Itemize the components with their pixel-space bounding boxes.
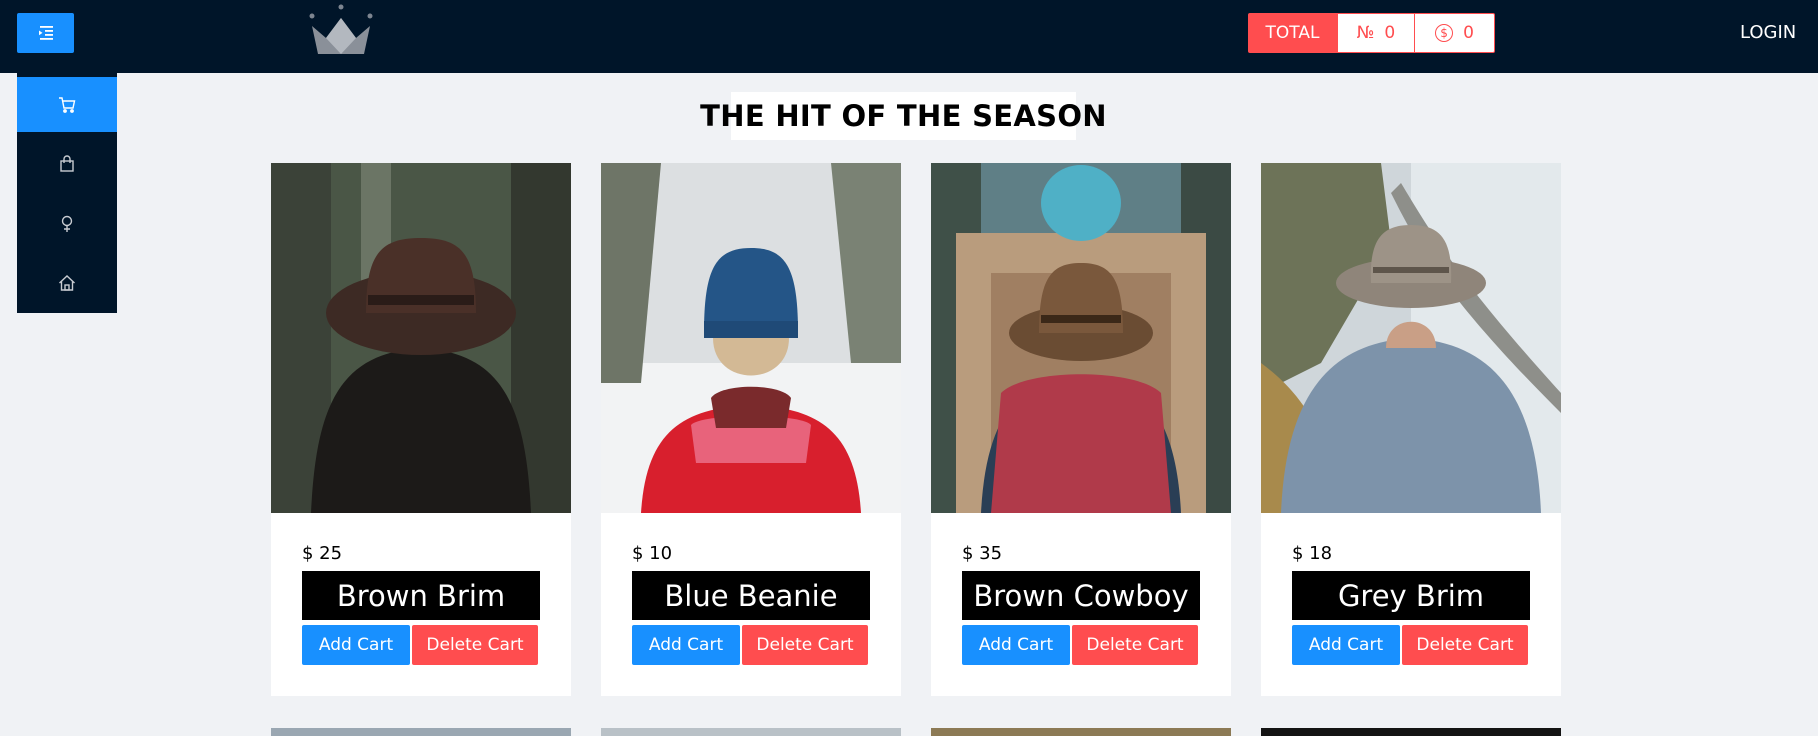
home-icon: [59, 274, 75, 291]
female-icon: [61, 215, 73, 232]
cart-totals: TOTAL № 0 $ 0: [1248, 13, 1495, 53]
product-image-partial: [1261, 728, 1561, 736]
product-image-partial: [271, 728, 571, 736]
bag-icon: [60, 154, 74, 172]
number-sign-icon: №: [1356, 23, 1375, 43]
delete-cart-button[interactable]: Delete Cart: [742, 625, 868, 665]
sidebar-item-home[interactable]: [17, 255, 117, 310]
delete-cart-button[interactable]: Delete Cart: [1402, 625, 1528, 665]
section-title-box: THE HIT OF THE SEASON: [700, 92, 1107, 140]
sidebar-menu: [17, 73, 117, 313]
product-name: Brown Cowboy: [962, 571, 1200, 620]
product-price: $ 25: [302, 543, 343, 564]
add-cart-button[interactable]: Add Cart: [302, 625, 410, 665]
product-image-partial: [931, 728, 1231, 736]
product-name: Brown Brim: [302, 571, 540, 620]
product-card: $ 35 Brown Cowboy Add Cart Delete Cart: [931, 163, 1231, 696]
product-image: [1261, 163, 1561, 513]
product-card: $ 25 Brown Brim Add Cart Delete Cart: [271, 163, 571, 696]
product-image: [931, 163, 1231, 513]
product-image-partial: [601, 728, 901, 736]
product-card: $ 18 Grey Brim Add Cart Delete Cart: [1261, 163, 1561, 696]
delete-cart-button[interactable]: Delete Cart: [412, 625, 538, 665]
total-money-value: 0: [1463, 23, 1474, 43]
add-cart-button[interactable]: Add Cart: [1292, 625, 1400, 665]
page-title: THE HIT OF THE SEASON: [700, 99, 1107, 133]
product-name: Grey Brim: [1292, 571, 1530, 620]
crown-logo[interactable]: [306, 4, 376, 56]
add-cart-button[interactable]: Add Cart: [632, 625, 740, 665]
product-image: [271, 163, 571, 513]
login-link[interactable]: LOGIN: [1740, 22, 1796, 43]
product-name: Blue Beanie: [632, 571, 870, 620]
cart-icon: [59, 96, 76, 113]
menu-indent-icon: [38, 26, 53, 40]
product-price: $ 18: [1292, 543, 1333, 564]
sidebar-item-cart[interactable]: [17, 77, 117, 132]
product-image: [601, 163, 901, 513]
total-label: TOTAL: [1248, 13, 1337, 53]
add-cart-button[interactable]: Add Cart: [962, 625, 1070, 665]
delete-cart-button[interactable]: Delete Cart: [1072, 625, 1198, 665]
total-count-value: 0: [1384, 23, 1396, 43]
product-price: $ 35: [962, 543, 1003, 564]
menu-toggle-button[interactable]: [17, 13, 74, 53]
top-header: TOTAL № 0 $ 0 LOGIN: [0, 0, 1818, 73]
sidebar-item-shop[interactable]: [17, 136, 117, 191]
dollar-circle-icon: $: [1435, 24, 1454, 42]
product-price: $ 10: [632, 543, 673, 564]
sidebar-item-women[interactable]: [17, 196, 117, 251]
product-card: $ 10 Blue Beanie Add Cart Delete Cart: [601, 163, 901, 696]
total-money-box: $ 0: [1415, 13, 1495, 53]
total-count-box: № 0: [1337, 13, 1415, 53]
